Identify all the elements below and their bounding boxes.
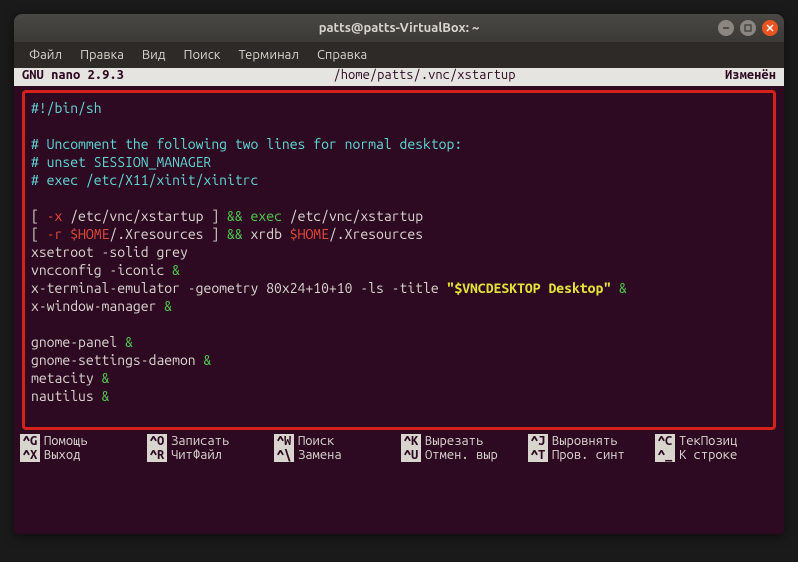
help-item: ^G Помощь [20, 434, 143, 448]
editor-line: [ -r $HOME/.Xresources ] && xrdb $HOME/.… [31, 225, 767, 243]
terminal-window: patts@patts-VirtualBox: ~ ФайлПравкаВидП… [14, 14, 784, 534]
editor-line: gnome-panel & [31, 333, 767, 351]
help-key: ^W [274, 434, 294, 448]
help-item: ^\ Замена [274, 448, 397, 462]
help-key: ^X [20, 448, 40, 462]
nano-header: GNU nano 2.9.3 /home/patts/.vnc/xstartup… [14, 68, 784, 86]
help-label: Выход [44, 448, 80, 462]
help-label: ЧитФайл [171, 448, 222, 462]
help-label: ТекПозиц [679, 434, 737, 448]
help-key: ^O [147, 434, 167, 448]
nano-app-name: GNU nano 2.9.3 [18, 68, 128, 86]
nano-status: Изменён [721, 68, 780, 86]
minimize-button[interactable] [718, 20, 734, 36]
titlebar: patts@patts-VirtualBox: ~ [14, 14, 784, 42]
close-button[interactable] [762, 20, 778, 36]
help-item: ^T Пров. синт [528, 448, 651, 462]
help-key: ^R [147, 448, 167, 462]
editor-line: [ -x /etc/vnc/xstartup ] && exec /etc/vn… [31, 207, 767, 225]
help-key: ^J [528, 434, 548, 448]
help-item: ^C ТекПозиц [655, 434, 778, 448]
window-title: patts@patts-VirtualBox: ~ [319, 21, 480, 35]
nano-file-path: /home/patts/.vnc/xstartup [128, 68, 721, 86]
editor-content[interactable]: #!/bin/sh # Uncomment the following two … [31, 99, 767, 405]
help-label: Поиск [298, 434, 334, 448]
editor-highlighted-area: #!/bin/sh # Uncomment the following two … [22, 90, 776, 430]
help-key: ^_ [655, 448, 675, 462]
help-key: ^G [20, 434, 40, 448]
help-item: ^O Записать [147, 434, 270, 448]
editor-line: xsetroot -solid grey [31, 243, 767, 261]
editor-line: x-terminal-emulator -geometry 80x24+10+1… [31, 279, 767, 297]
help-label: Пров. синт [552, 448, 625, 462]
menubar: ФайлПравкаВидПоискТерминалСправка [14, 42, 784, 68]
help-label: Помощь [44, 434, 88, 448]
help-label: Вырезать [425, 434, 483, 448]
help-key: ^U [401, 448, 421, 462]
editor-line: vncconfig -iconic & [31, 261, 767, 279]
editor-line [31, 315, 767, 333]
help-key: ^K [401, 434, 421, 448]
help-item: ^W Поиск [274, 434, 397, 448]
help-key: ^C [655, 434, 675, 448]
help-label: Записать [171, 434, 229, 448]
help-label: Выровнять [552, 434, 618, 448]
editor-line: nautilus & [31, 387, 767, 405]
editor-line: x-window-manager & [31, 297, 767, 315]
nano-help-bar: ^G Помощь ^O Записать ^W Поиск ^K Вырезать ^J Выр… [14, 434, 784, 466]
help-item: ^U Отмен. выр [401, 448, 524, 462]
help-label: К строке [679, 448, 737, 462]
editor-line: gnome-settings-daemon & [31, 351, 767, 369]
window-controls [718, 20, 778, 36]
menu-item-4[interactable]: Терминал [231, 45, 305, 65]
help-key: ^\ [274, 448, 294, 462]
editor-line: metacity & [31, 369, 767, 387]
help-label: Замена [298, 448, 342, 462]
maximize-button[interactable] [740, 20, 756, 36]
menu-item-3[interactable]: Поиск [176, 45, 227, 65]
editor-line: # Uncomment the following two lines for … [31, 135, 767, 153]
help-key: ^T [528, 448, 548, 462]
editor-line [31, 117, 767, 135]
editor-line: #!/bin/sh [31, 99, 767, 117]
editor-line [31, 189, 767, 207]
editor-line: # exec /etc/X11/xinit/xinitrc [31, 171, 767, 189]
menu-item-2[interactable]: Вид [135, 45, 173, 65]
help-item: ^J Выровнять [528, 434, 651, 448]
help-item: ^X Выход [20, 448, 143, 462]
editor-line: # unset SESSION_MANAGER [31, 153, 767, 171]
help-label: Отмен. выр [425, 448, 498, 462]
help-item: ^R ЧитФайл [147, 448, 270, 462]
menu-item-5[interactable]: Справка [310, 45, 374, 65]
help-item: ^_ К строке [655, 448, 778, 462]
help-item: ^K Вырезать [401, 434, 524, 448]
menu-item-0[interactable]: Файл [22, 45, 69, 65]
menu-item-1[interactable]: Правка [73, 45, 131, 65]
